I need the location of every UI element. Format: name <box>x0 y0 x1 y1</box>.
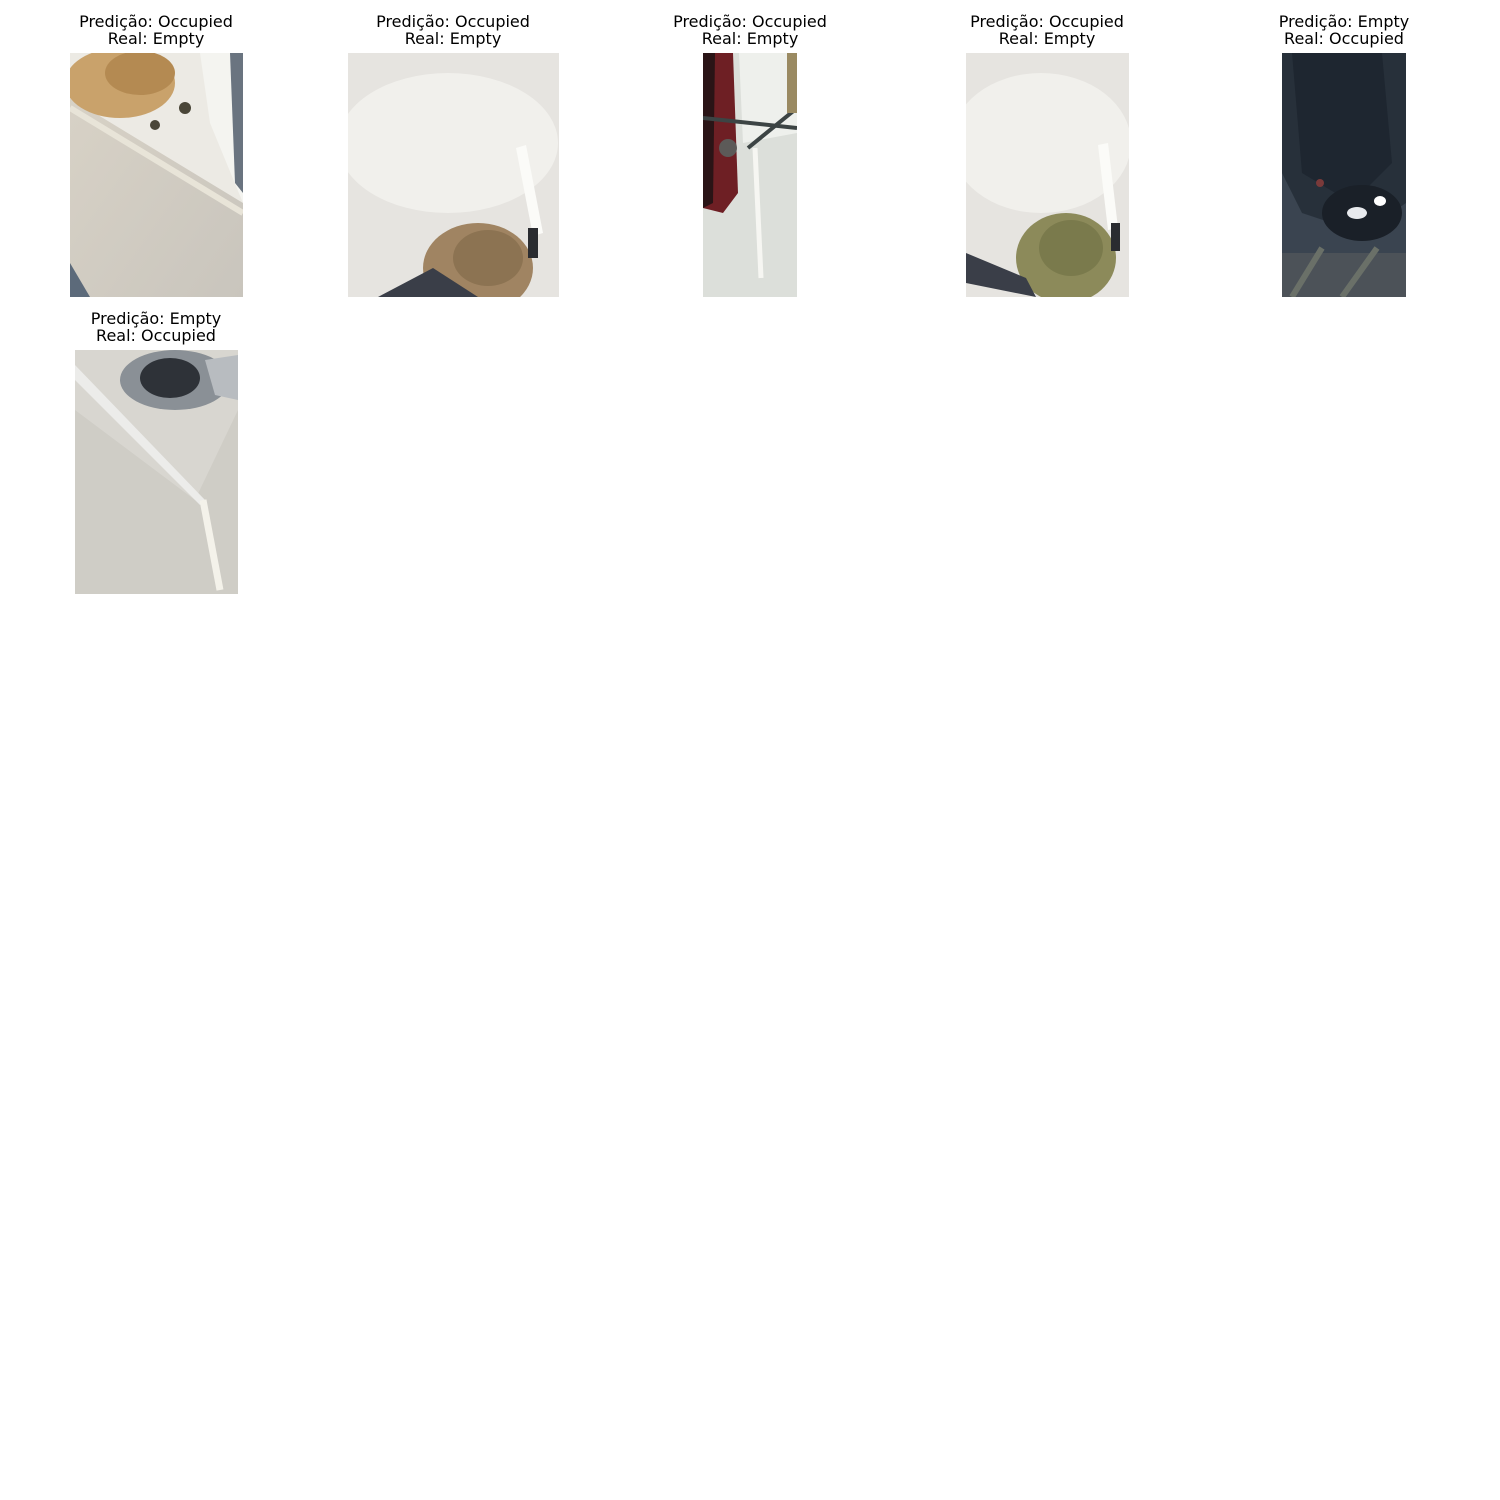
real-label: Real: Empty <box>107 29 205 48</box>
panel-title: Predição: Occupied Real: Empty <box>673 13 827 47</box>
real-label: Real: Empty <box>998 29 1096 48</box>
panel-title: Predição: Occupied Real: Empty <box>970 13 1124 47</box>
panel-title: Predição: Occupied Real: Empty <box>376 13 530 47</box>
real-label: Real: Occupied <box>96 326 216 345</box>
real-label: Real: Empty <box>404 29 502 48</box>
parking-spot-image <box>75 350 238 594</box>
real-label: Real: Empty <box>701 29 799 48</box>
parking-spot-image <box>703 53 797 297</box>
panel-title: Predição: Empty Real: Occupied <box>1279 13 1410 47</box>
prediction-label: Predição: Empty <box>1278 12 1410 31</box>
real-label: Real: Occupied <box>1284 29 1404 48</box>
parking-spot-image <box>70 53 243 297</box>
prediction-label: Predição: Occupied <box>79 12 233 31</box>
prediction-label: Predição: Occupied <box>673 12 827 31</box>
parking-spot-image <box>966 53 1129 297</box>
parking-spot-image <box>348 53 559 297</box>
prediction-label: Predição: Occupied <box>970 12 1124 31</box>
prediction-label: Predição: Occupied <box>376 12 530 31</box>
parking-spot-image <box>1282 53 1406 297</box>
panel-title: Predição: Occupied Real: Empty <box>79 13 233 47</box>
prediction-label: Predição: Empty <box>90 309 222 328</box>
panel-title: Predição: Empty Real: Occupied <box>91 310 222 344</box>
